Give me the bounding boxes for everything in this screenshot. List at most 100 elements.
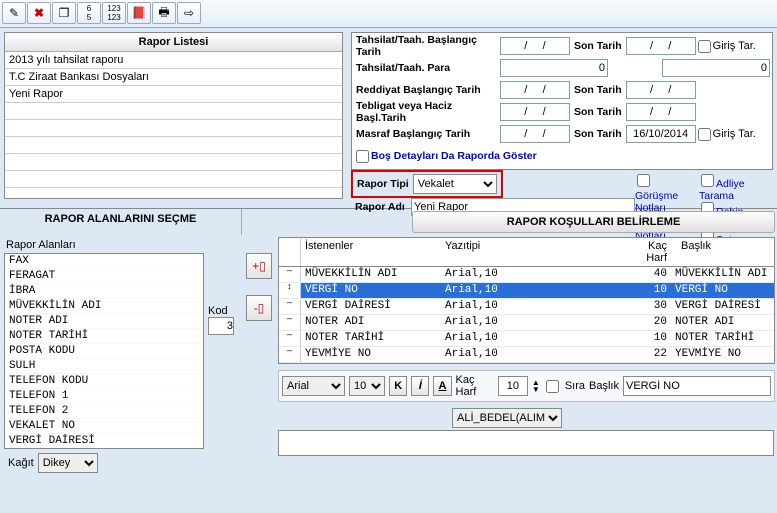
baslik-header: Başlık — [671, 238, 774, 266]
fields-list[interactable]: FAX FERAGAT İBRA MÜVEKKİLİN ADI NOTER AD… — [4, 253, 204, 449]
row-handle[interactable]: — — [279, 299, 301, 314]
export-icon: ⇨ — [184, 6, 194, 20]
notes-textarea[interactable] — [278, 430, 774, 456]
masraf-son-input[interactable] — [626, 125, 696, 143]
add-field-button[interactable]: +▯ — [246, 253, 272, 279]
son-tarih-label: Son Tarih — [574, 40, 622, 52]
row-handle[interactable]: — — [279, 347, 301, 362]
tahsilat-son-input[interactable] — [626, 37, 696, 55]
field-item[interactable]: MÜVEKKİLİN ADI — [5, 299, 203, 314]
kagit-select[interactable]: Dikey — [38, 453, 98, 473]
field-item[interactable]: NOTER ADI — [5, 314, 203, 329]
spinner-icon[interactable]: ▲▼ — [532, 379, 540, 393]
tahsilat-baslangic-input[interactable] — [500, 37, 570, 55]
renumber2-icon: 123123 — [107, 4, 120, 22]
delete-button[interactable]: ✖ — [27, 2, 51, 24]
son-tarih-label-3: Son Tarih — [574, 84, 622, 96]
rapor-kosullari-button[interactable]: RAPOR KOŞULLARI BELİRLEME — [412, 211, 775, 233]
print-button[interactable]: 🖶 — [152, 2, 176, 24]
giris-tar-label-2: Giriş Tar. — [713, 128, 756, 140]
list-item[interactable]: T.C Ziraat Bankası Dosyaları — [5, 69, 342, 86]
field-item[interactable]: TELEFON 1 — [5, 389, 203, 404]
table-row[interactable]: — MÜVEKKİLİN ADI Arial,10 40 MÜVEKKİLİN … — [279, 267, 774, 283]
tahsilat-para-min[interactable] — [500, 59, 608, 77]
row-handle[interactable]: — — [279, 267, 301, 282]
kod-input[interactable] — [208, 317, 234, 335]
tebligat-baslangic-input[interactable] — [500, 103, 570, 121]
table-row[interactable]: — NOTER ADI Arial,10 20 NOTER ADI — [279, 315, 774, 331]
export-button[interactable]: ⇨ — [177, 2, 201, 24]
field-item[interactable]: SULH — [5, 359, 203, 374]
kac-harf-input[interactable] — [498, 376, 528, 396]
table-row[interactable]: — VERGİ DAİRESİ Arial,10 30 VERGİ DAİRES… — [279, 299, 774, 315]
istenenler-header: İstenenler — [301, 238, 441, 266]
list-item[interactable] — [5, 103, 342, 120]
field-item[interactable]: FAX — [5, 254, 203, 269]
copy-button[interactable]: ❐ — [52, 2, 76, 24]
list-item[interactable] — [5, 120, 342, 137]
font-select[interactable]: Arial — [282, 376, 345, 396]
remove-field-button[interactable]: -▯ — [246, 295, 272, 321]
field-item[interactable]: NOTER TARİHİ — [5, 329, 203, 344]
list-item[interactable] — [5, 171, 342, 188]
field-item[interactable]: VERGİ DAİRESİ — [5, 434, 203, 449]
tebligat-son-input[interactable] — [626, 103, 696, 121]
field-item[interactable]: FERAGAT — [5, 269, 203, 284]
sira-checkbox[interactable] — [546, 380, 559, 393]
table-row[interactable]: — NOTER TARİHİ Arial,10 10 NOTER TARİHİ — [279, 331, 774, 347]
rapor-alanlari-label: Rapor Alanları — [4, 237, 204, 253]
renumber-icon: 65 — [87, 4, 91, 22]
reddiyat-son-input[interactable] — [626, 81, 696, 99]
row-handle[interactable]: — — [279, 331, 301, 346]
field-item[interactable]: POSTA KODU — [5, 344, 203, 359]
row-handle[interactable]: ↕ — [279, 283, 301, 298]
kagit-label: Kağıt — [8, 457, 34, 469]
giris-tar-checkbox-1[interactable] — [698, 40, 711, 53]
renumber2-button[interactable]: 123123 — [102, 2, 126, 24]
gorusme-checkbox[interactable] — [637, 174, 650, 187]
giris-tar-checkbox-2[interactable] — [698, 128, 711, 141]
list-item[interactable] — [5, 154, 342, 171]
plus-doc-icon: +▯ — [252, 259, 266, 273]
tahsilat-para-label: Tahsilat/Taah. Para — [354, 62, 500, 74]
minus-doc-icon: -▯ — [254, 301, 265, 315]
bold-button[interactable]: K — [389, 376, 407, 396]
table-row[interactable]: — YEVMİYE NO Arial,10 22 YEVMİYE NO — [279, 347, 774, 363]
field-item[interactable]: İBRA — [5, 284, 203, 299]
list-item[interactable]: Yeni Rapor — [5, 86, 342, 103]
rapor-listesi: Rapor Listesi 2013 yılı tahsilat raporu … — [4, 32, 343, 199]
table-row[interactable]: ↕ VERGİ NO Arial,10 10 VERGİ NO — [279, 283, 774, 299]
renumber-button[interactable]: 65 — [77, 2, 101, 24]
rapor-listesi-body[interactable]: 2013 yılı tahsilat raporu T.C Ziraat Ban… — [5, 52, 342, 198]
masraf-baslangic-input[interactable] — [500, 125, 570, 143]
copy-icon: ❐ — [59, 6, 70, 20]
giris-tar-label-1: Giriş Tar. — [713, 40, 756, 52]
ali-bedel-select[interactable]: ALİ_BEDEL(ALIM — [452, 408, 562, 428]
field-item[interactable]: TELEFON KODU — [5, 374, 203, 389]
italic-button[interactable]: İ — [411, 376, 429, 396]
adliye-checkbox[interactable] — [701, 174, 714, 187]
list-item[interactable]: 2013 yılı tahsilat raporu — [5, 52, 342, 69]
reddiyat-baslangic-input[interactable] — [500, 81, 570, 99]
book-button[interactable]: 📕 — [127, 2, 151, 24]
rapor-alanlarini-secme-title: RAPOR ALANLARINI SEÇME — [0, 209, 241, 229]
baslik-input[interactable] — [623, 376, 771, 396]
kacharf-header: Kaç Harf — [621, 238, 671, 266]
istenenler-table: İstenenler Yazıtipi Kaç Harf Başlık — MÜ… — [278, 237, 775, 364]
kod-label: Kod — [208, 305, 228, 317]
rapor-tipi-select[interactable]: Vekalet — [413, 174, 497, 194]
fontsize-select[interactable]: 10 — [349, 376, 385, 396]
bos-detaylari-checkbox[interactable] — [356, 150, 369, 163]
field-item[interactable]: VEKALET NO — [5, 419, 203, 434]
list-item[interactable] — [5, 137, 342, 154]
underline-button[interactable]: A — [433, 376, 451, 396]
table-header: İstenenler Yazıtipi Kaç Harf Başlık — [279, 238, 774, 267]
field-item[interactable]: TELEFON 2 — [5, 404, 203, 419]
son-tarih-label-5: Son Tarih — [574, 128, 622, 140]
format-toolbar: Arial 10 K İ A Kaç Harf ▲▼ Sıra Başlık — [278, 370, 775, 402]
row-handle[interactable]: — — [279, 315, 301, 330]
main-toolbar: ✎ ✖ ❐ 65 123123 📕 🖶 ⇨ — [0, 0, 777, 28]
book-icon: 📕 — [132, 6, 147, 20]
tahsilat-para-max[interactable] — [662, 59, 770, 77]
edit-button[interactable]: ✎ — [2, 2, 26, 24]
